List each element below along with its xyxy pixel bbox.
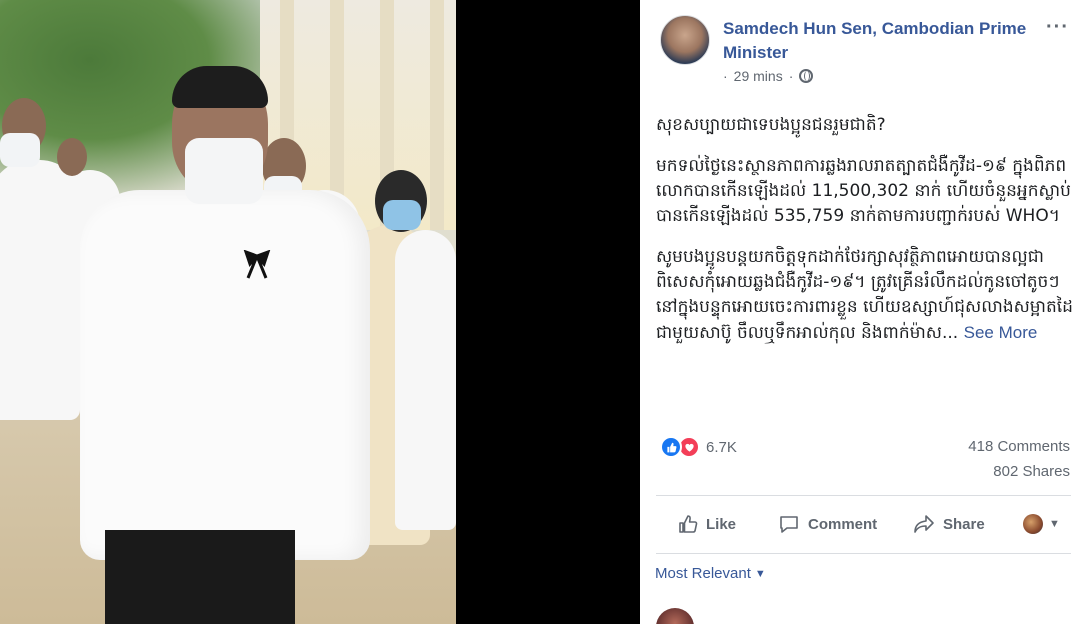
post-paragraph: សូមបងប្អូនបន្តយកចិត្តទុកដាក់ថែរក្សាសុវត្… <box>656 245 1076 346</box>
page-avatar[interactable] <box>660 15 710 65</box>
post-actions: Like Comment Share ▼ <box>656 505 1071 543</box>
photo-person <box>395 230 456 530</box>
post-paragraph: សុខសប្បាយជាទេបងប្អូនជនរួមជាតិ? <box>656 115 886 135</box>
post-body: សុខសប្បាយជាទេបងប្អូនជនរួមជាតិ? មកទល់ថ្ងៃ… <box>656 113 1076 362</box>
post-sidebar: Samdech Hun Sen, Cambodian Prime Ministe… <box>640 0 1087 624</box>
comments-count-link[interactable]: 418 Comments <box>968 438 1070 455</box>
more-options-icon[interactable]: ··· <box>1046 16 1069 39</box>
divider <box>656 553 1071 554</box>
photo-main-mask <box>185 138 263 204</box>
black-ribbon-icon <box>243 250 271 279</box>
like-label: Like <box>706 515 737 533</box>
post-photo[interactable] <box>0 0 456 624</box>
thumbs-up-icon <box>679 515 698 533</box>
react-as-selector[interactable]: ▼ <box>1023 505 1060 543</box>
meta-separator: · <box>723 68 728 84</box>
post-paragraph: មកទល់ថ្ងៃនេះស្ថានភាពការឆ្លងរាលរាតត្បាតជំ… <box>656 156 1071 226</box>
photo-main-shirt <box>80 190 370 560</box>
comment-sort-label: Most Relevant <box>655 565 751 582</box>
meta-separator: · <box>788 68 794 84</box>
page-name-link[interactable]: Samdech Hun Sen, Cambodian Prime Ministe… <box>723 17 1048 65</box>
photo-person-mask <box>383 200 421 230</box>
reactions-summary[interactable]: 6.7K <box>660 436 737 458</box>
chevron-down-icon: ▼ <box>754 567 766 580</box>
photo-person-head <box>57 138 87 176</box>
comment-bubble-icon <box>780 516 798 533</box>
photo-person-mask <box>0 133 40 167</box>
globe-icon <box>799 69 814 83</box>
commenter-avatar[interactable] <box>656 608 694 624</box>
photo-main-hair <box>172 66 268 108</box>
post-timestamp[interactable]: 29 mins <box>734 68 783 84</box>
shares-count-link[interactable]: 802 Shares <box>993 463 1070 480</box>
reactions-count: 6.7K <box>706 438 737 456</box>
like-reaction-icon <box>660 436 682 458</box>
comment-button[interactable]: Comment <box>778 505 877 543</box>
photo-viewer-background <box>456 0 640 624</box>
photo-main-pants <box>105 530 295 624</box>
comment-label: Comment <box>808 515 878 533</box>
see-more-link[interactable]: See More <box>964 323 1038 342</box>
share-arrow-icon <box>914 515 934 533</box>
chevron-down-icon: ▼ <box>1049 518 1060 530</box>
divider <box>656 495 1071 496</box>
like-button[interactable]: Like <box>678 505 736 543</box>
share-label: Share <box>943 515 985 533</box>
share-button[interactable]: Share <box>913 505 985 543</box>
comment-sort-dropdown[interactable]: Most Relevant ▼ <box>655 565 766 582</box>
post-meta: · 29 mins · <box>723 68 814 84</box>
user-avatar-icon <box>1023 514 1043 534</box>
